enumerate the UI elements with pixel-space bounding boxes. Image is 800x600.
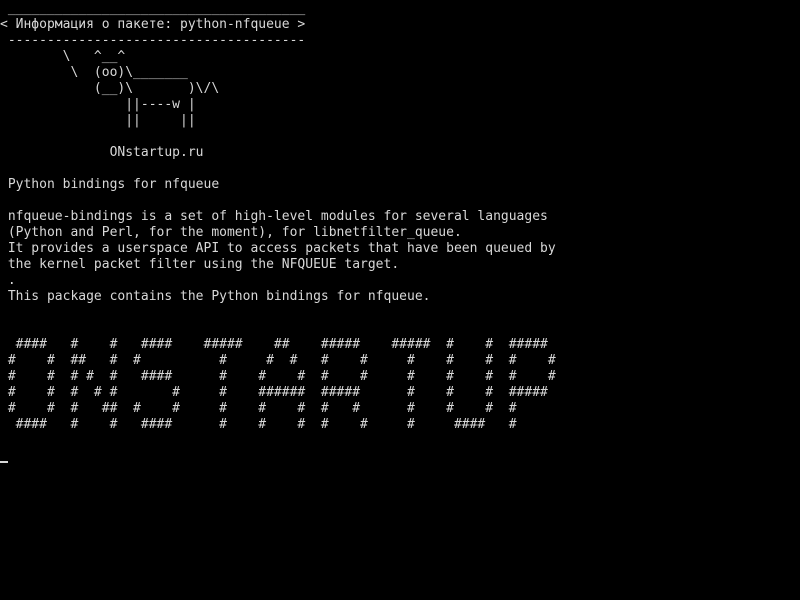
package-description-line: nfqueue-bindings is a set of high-level …	[0, 209, 548, 224]
cowsay-art-line: || ||	[0, 113, 196, 128]
site-credit: ONstartup.ru	[0, 145, 204, 160]
cowsay-art-line: \ (oo)\_______	[0, 65, 188, 80]
package-description-line: This package contains the Python binding…	[0, 289, 431, 304]
speech-bubble-bottom-border: --------------------------------------	[0, 33, 306, 48]
cowsay-art-line: (__)\ )\/\	[0, 81, 220, 96]
package-description-line: It provides a userspace API to access pa…	[0, 241, 556, 256]
banner-art-line: # # # ## # # # # # # # # # # #	[0, 401, 517, 416]
package-description-line: .	[0, 273, 16, 288]
banner-art-line: # # ## # # # # # # # # # # # #	[0, 353, 556, 368]
package-description-line: (Python and Perl, for the moment), for l…	[0, 225, 462, 240]
speech-bubble-top-border: ______________________________________	[0, 1, 306, 16]
package-description-line: the kernel packet filter using the NFQUE…	[0, 257, 400, 272]
cowsay-art-line: \ ^__^	[0, 49, 126, 64]
package-summary: Python bindings for nfqueue	[0, 177, 220, 192]
banner-art-line: #### # # #### ##### ## ##### ##### # # #…	[0, 337, 548, 352]
cowsay-art-line: ||----w |	[0, 97, 196, 112]
terminal-screen[interactable]: ______________________________________ <…	[0, 0, 800, 600]
text-cursor	[0, 461, 8, 463]
banner-art-line: # # # # # # # ###### ##### # # # #####	[0, 385, 548, 400]
speech-bubble-title: < Информация о пакете: python-nfqueue >	[0, 17, 306, 32]
banner-art-line: # # # # # #### # # # # # # # # # #	[0, 369, 556, 384]
banner-art-line: #### # # #### # # # # # # #### #	[0, 417, 517, 432]
